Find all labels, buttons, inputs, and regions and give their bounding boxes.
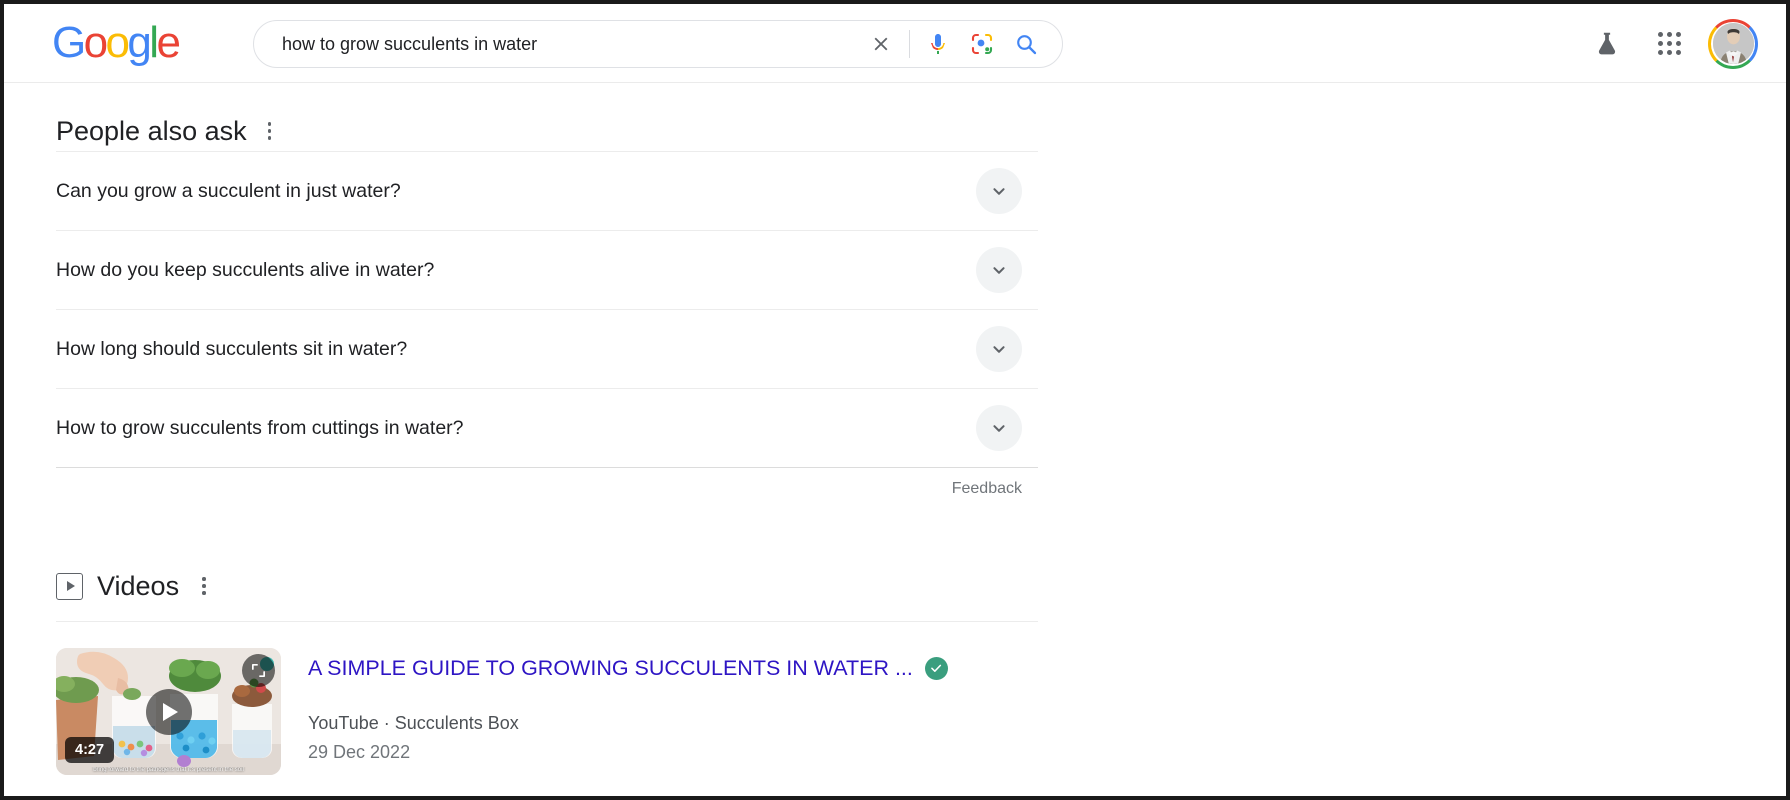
header-actions [1584,4,1758,83]
video-title-row: A SIMPLE GUIDE TO GROWING SUCCULENTS IN … [308,654,948,682]
microphone-icon [931,34,945,54]
paa-question-row[interactable]: How to grow succulents from cuttings in … [56,388,1038,467]
avatar-photo [1712,23,1754,64]
people-also-ask-section: People also ask Can you grow a succulent… [56,83,1038,503]
search-input[interactable] [254,22,859,66]
logo-letter-g2: g [127,18,151,67]
paa-expand-button[interactable] [976,168,1022,214]
video-date-label: 29 Dec 2022 [308,742,411,762]
voice-search-button[interactable] [916,22,960,66]
magnifier-search-icon [1017,35,1037,55]
thumbnail-caption: bring forward to the pathogens that it's… [93,767,244,773]
science-flask-icon [1598,32,1616,54]
logo-letter-o2: o [105,18,130,67]
search-bar[interactable] [253,20,1063,68]
people-also-ask-title: People also ask [56,116,247,146]
video-source-label: YouTube · Succulents Box [308,713,519,733]
google-apps-button[interactable] [1646,21,1692,67]
avatar-portrait [1712,23,1754,64]
search-labs-button[interactable] [1584,21,1630,67]
paa-question-row[interactable]: How do you keep succulents alive in wate… [56,230,1038,309]
apps-grid-icon [1657,32,1681,55]
paa-expand-button[interactable] [976,405,1022,451]
logo-letter-g1: G [52,18,86,67]
videos-divider [56,621,1038,622]
paa-question-row[interactable]: How long should succulents sit in water? [56,309,1038,388]
close-x-icon [874,37,888,51]
search-submit-button[interactable] [1004,22,1048,66]
chevron-down-icon [993,346,1005,353]
logo-letter-l: l [149,18,159,67]
google-search-results-page: Google how to grow succulents in water P… [4,4,1786,796]
feedback-link[interactable]: Feedback [952,472,1022,500]
paa-question-row[interactable]: Can you grow a succulent in just water? [56,151,1038,230]
chevron-down-icon [993,267,1005,274]
videos-options-button[interactable] [193,573,215,599]
video-duration-badge: 4:27 [65,737,115,763]
video-details: A SIMPLE GUIDE TO GROWING SUCCULENTS IN … [308,648,948,775]
video-thumbnail[interactable]: 4:27 bring forward to the pathogens that… [56,648,281,775]
paa-expand-button[interactable] [976,326,1022,372]
check-icon [931,664,942,672]
page-header: Google [4,4,1786,83]
main-content: People also ask Can you grow a succulent… [4,83,1786,775]
expand-thumbnail-button[interactable] [242,654,275,687]
clear-search-button[interactable] [859,22,903,66]
google-logo[interactable]: Google [52,18,181,67]
paa-question-label: How to grow succulents from cuttings in … [56,417,464,439]
people-also-ask-footer: Feedback [56,467,1038,503]
logo-letter-o1: o [83,18,108,67]
video-play-box-icon [56,572,83,600]
verified-check-badge [924,656,948,680]
chevron-down-icon [993,188,1005,195]
google-lens-camera-icon [971,33,993,55]
chevron-down-icon [993,425,1005,432]
videos-section: Videos 4:27 bring forward to the pathoge… [56,565,1038,775]
user-profile-avatar[interactable] [1708,18,1758,69]
google-lens-button[interactable] [960,22,1004,66]
video-title-link[interactable]: A SIMPLE GUIDE TO GROWING SUCCULENTS IN … [308,654,913,682]
logo-letter-e: e [156,18,180,67]
avatar-inner [1711,21,1755,66]
videos-title: Videos [97,571,180,601]
play-button-icon [163,702,178,721]
videos-header: Videos [56,565,1038,607]
play-button[interactable] [145,688,192,735]
paa-question-label: How long should succulents sit in water? [56,338,408,360]
search-bar-divider [909,30,910,58]
paa-question-label: How do you keep succulents alive in wate… [56,259,435,281]
paa-expand-button[interactable] [976,247,1022,293]
expand-fullscreen-icon [251,663,266,678]
video-result-item[interactable]: 4:27 bring forward to the pathogens that… [56,648,1038,775]
people-also-ask-options-button[interactable] [259,118,281,144]
paa-question-label: Can you grow a succulent in just water? [56,180,401,202]
people-also-ask-header: People also ask [56,111,1038,151]
